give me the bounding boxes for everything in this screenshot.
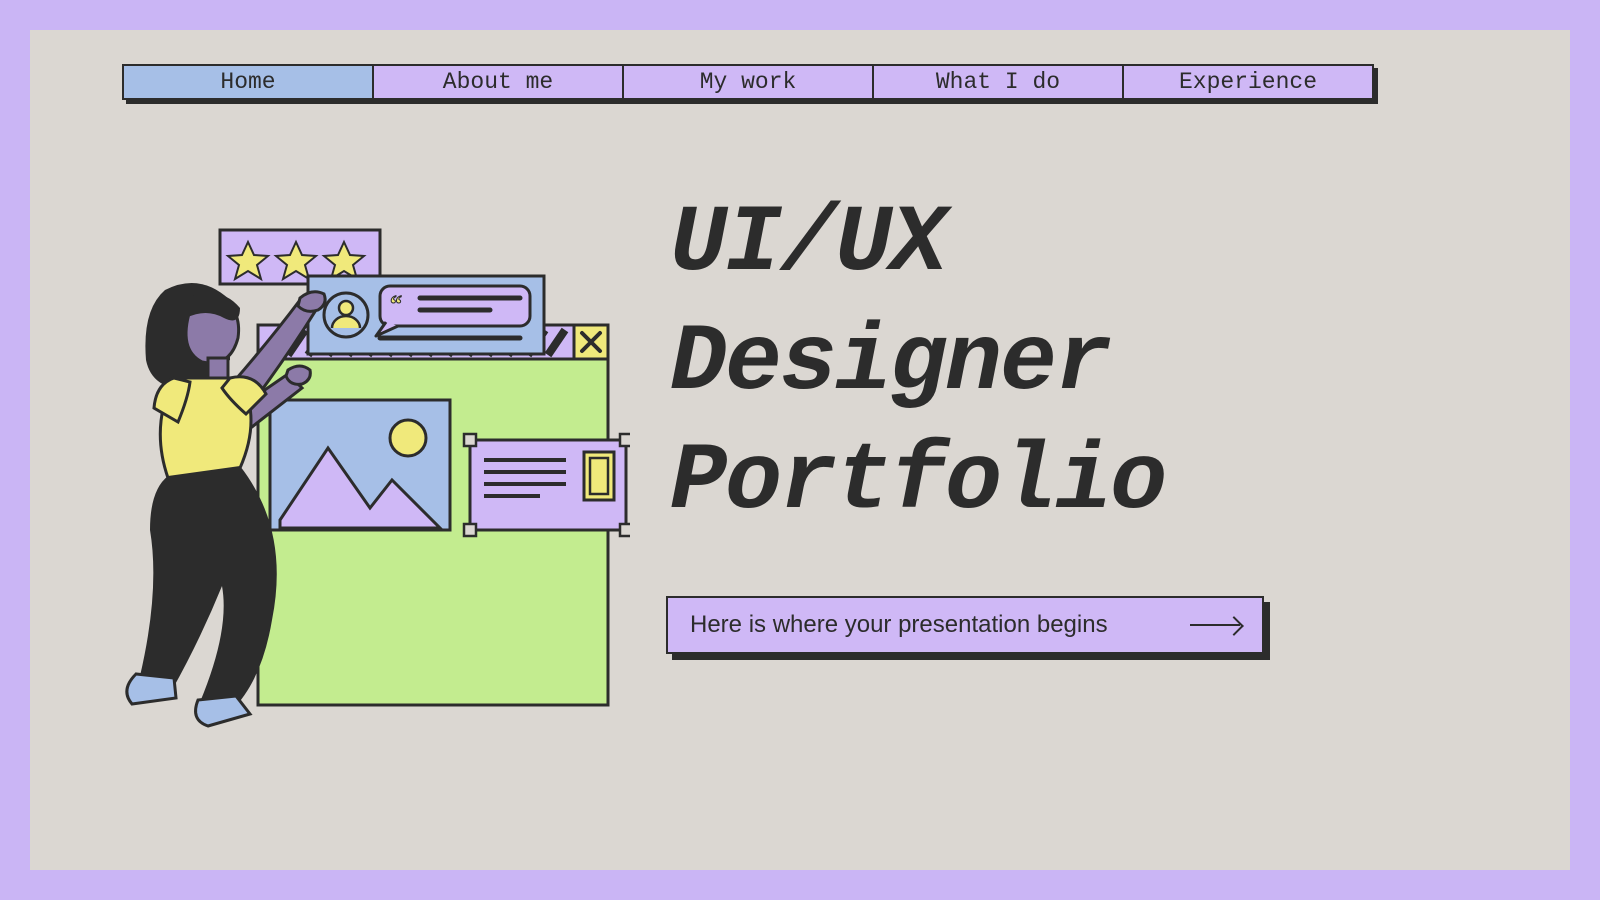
hero-title: UI/UX Designer Portfolio: [670, 185, 1165, 541]
nav-experience[interactable]: Experience: [1124, 66, 1372, 98]
hero-illustration: “: [90, 190, 630, 730]
nav-home[interactable]: Home: [124, 66, 374, 98]
nav-what-i-do[interactable]: What I do: [874, 66, 1124, 98]
subtitle-button[interactable]: Here is where your presentation begins: [666, 596, 1264, 654]
nav-work[interactable]: My work: [624, 66, 874, 98]
title-line-3: Portfolio: [670, 428, 1165, 536]
nav-about[interactable]: About me: [374, 66, 624, 98]
title-line-2: Designer: [670, 309, 1110, 417]
title-line-1: UI/UX: [670, 190, 945, 298]
top-nav: Home About me My work What I do Experien…: [122, 64, 1374, 100]
svg-text:“: “: [390, 292, 402, 318]
subtitle-text: Here is where your presentation begins: [690, 611, 1108, 639]
slide-canvas: Home About me My work What I do Experien…: [30, 30, 1570, 870]
arrow-right-icon: [1190, 624, 1240, 626]
